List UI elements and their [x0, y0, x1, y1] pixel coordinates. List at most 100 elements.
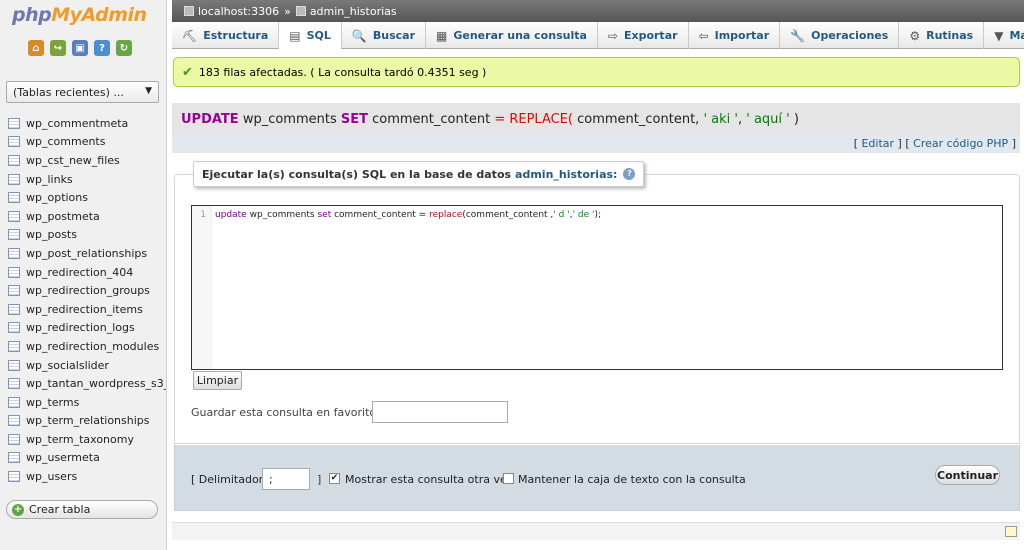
table-list: wp_commentmeta wp_comments wp_cst_new_file… [8, 114, 166, 486]
tab-icon: ⇨ [607, 28, 618, 43]
main-tabs: ⛏ Estructura ▤ SQL 🔍 Buscar ▦ Generar una consu… [172, 22, 1024, 50]
recent-tables-select[interactable]: (Tablas recientes) ... ▼ [6, 81, 159, 103]
tab-icon: ▼ [994, 28, 1004, 43]
table-list-item[interactable]: wp_socialslider [8, 356, 166, 375]
tab-sql[interactable]: ▤ SQL [279, 22, 342, 50]
table-list-item[interactable]: wp_commentmeta [8, 114, 166, 133]
table-icon[interactable] [8, 266, 20, 278]
table-list-item[interactable]: wp_redirection_groups [8, 281, 166, 300]
table-icon[interactable] [8, 303, 20, 315]
query-window-icon[interactable]: ▣ [72, 40, 88, 56]
query-links: [ Editar ] [ Crear código PHP ] [172, 135, 1020, 153]
plus-icon: + [12, 503, 24, 516]
table-list-item[interactable]: wp_redirection_items [8, 300, 166, 319]
continue-button[interactable]: Continuar [935, 465, 1000, 485]
table-icon[interactable] [8, 210, 20, 222]
delimiter-input[interactable]: ; [262, 468, 310, 490]
tab-exportar[interactable]: ⇨ Exportar [598, 22, 689, 49]
tab-icon: 🔧 [790, 28, 806, 43]
table-icon[interactable] [8, 433, 20, 445]
line-numbers: 1 [192, 206, 212, 369]
table-icon[interactable] [8, 247, 20, 259]
table-list-item[interactable]: wp_term_relationships [8, 412, 166, 431]
phpmyadmin-logo[interactable]: phpMyAdmin [12, 4, 147, 26]
table-list-item[interactable]: wp_post_relationships [8, 244, 166, 263]
table-icon[interactable] [8, 229, 20, 241]
table-list-item[interactable]: wp_terms [8, 393, 166, 412]
table-icon[interactable] [8, 340, 20, 352]
tab-icon: 🔍 [351, 28, 367, 43]
table-list-item[interactable]: wp_tantan_wordpress_s3_ca [8, 374, 166, 393]
create-table-button[interactable]: + Crear tabla [6, 500, 158, 519]
tab-icon: ⚙ [909, 28, 921, 43]
docs-icon[interactable]: ? [94, 40, 110, 56]
table-list-item[interactable]: wp_postmeta [8, 207, 166, 226]
table-icon[interactable] [8, 136, 20, 148]
table-list-item[interactable]: wp_term_taxonomy [8, 430, 166, 449]
breadcrumb: localhost:3306 » admin_historias [172, 0, 1024, 22]
delimiter-label: [ Delimitador [191, 473, 264, 486]
clear-button[interactable]: Limpiar [193, 371, 242, 390]
tab-operaciones[interactable]: 🔧 Operaciones [780, 22, 900, 49]
tab-importar[interactable]: ⇦ Importar [689, 22, 781, 49]
create-php-code-link[interactable]: Crear código PHP [913, 137, 1008, 150]
delimiter-bracket: ] [317, 473, 322, 486]
breadcrumb-database[interactable]: admin_historias [310, 5, 397, 18]
home-icon[interactable]: ⌂ [28, 40, 44, 56]
table-icon[interactable] [8, 285, 20, 297]
database-icon [295, 6, 306, 16]
table-icon[interactable] [8, 322, 20, 334]
table-icon[interactable] [8, 192, 20, 204]
table-list-item[interactable]: wp_redirection_logs [8, 319, 166, 338]
tab-rutinas[interactable]: ⚙ Rutinas [899, 22, 985, 49]
table-icon[interactable] [8, 471, 20, 483]
tab-generar-una-consulta[interactable]: ▦ Generar una consulta [426, 22, 598, 49]
tab-icon: ▤ [289, 28, 301, 43]
table-icon[interactable] [8, 173, 20, 185]
table-icon[interactable] [8, 452, 20, 464]
navigation-panel: phpMyAdmin ⌂ ↪ ▣ ? ↻ (Tablas recientes) … [0, 0, 167, 550]
table-list-item[interactable]: wp_redirection_404 [8, 263, 166, 282]
tab-icon: ⛏ [182, 28, 198, 43]
tab-icon: ⇦ [698, 28, 709, 43]
favorites-input[interactable] [372, 401, 508, 423]
table-list-item[interactable]: wp_redirection_modules [8, 337, 166, 356]
table-list-item[interactable]: wp_comments [8, 133, 166, 152]
table-icon[interactable] [8, 415, 20, 427]
tab-buscar[interactable]: 🔍 Buscar [342, 22, 427, 49]
tab-más[interactable]: ▼Más [984, 22, 1024, 49]
chevron-down-icon: ▼ [145, 86, 152, 96]
breadcrumb-server[interactable]: localhost:3306 [198, 5, 279, 18]
table-icon[interactable] [8, 117, 20, 129]
favorites-label: Guardar esta consulta en favoritos: [191, 406, 386, 419]
bottom-strip [172, 522, 1020, 540]
tab-icon: ▦ [436, 28, 448, 43]
server-icon [184, 6, 194, 16]
table-icon[interactable] [8, 154, 20, 166]
table-list-item[interactable]: wp_usermeta [8, 449, 166, 468]
keep-textbox-checkbox[interactable] [503, 473, 514, 484]
check-icon: ✔ [182, 64, 193, 80]
table-list-item[interactable]: wp_options [8, 188, 166, 207]
sql-editor[interactable]: 1 update wp_comments set comment_content… [191, 205, 1003, 370]
quick-icons: ⌂ ↪ ▣ ? ↻ [28, 40, 132, 56]
table-icon[interactable] [8, 396, 20, 408]
table-list-item[interactable]: wp_users [8, 467, 166, 486]
table-icon[interactable] [8, 359, 20, 371]
tab-estructura[interactable]: ⛏ Estructura [172, 22, 280, 49]
logout-icon[interactable]: ↪ [50, 40, 66, 56]
table-icon[interactable] [8, 378, 20, 390]
edit-link[interactable]: Editar [861, 137, 894, 150]
help-icon[interactable]: ? [623, 168, 636, 180]
table-list-item[interactable]: wp_posts [8, 226, 166, 245]
reload-icon[interactable]: ↻ [116, 40, 132, 56]
console-icon[interactable] [1005, 526, 1017, 537]
table-list-item[interactable]: wp_links [8, 170, 166, 189]
table-list-item[interactable]: wp_cst_new_files [8, 151, 166, 170]
sql-code[interactable]: update wp_comments set comment_content =… [212, 206, 601, 369]
keep-textbox-label: Mantener la caja de texto con la consult… [518, 473, 746, 486]
show-query-checkbox[interactable]: ✔ [329, 473, 340, 484]
fieldset-legend: Ejecutar la(s) consulta(s) SQL en la bas… [193, 161, 645, 187]
executed-query: UPDATE wp_comments SET comment_content =… [172, 103, 1020, 135]
success-message: ✔ 183 filas afectadas. ( La consulta tar… [173, 57, 1020, 87]
